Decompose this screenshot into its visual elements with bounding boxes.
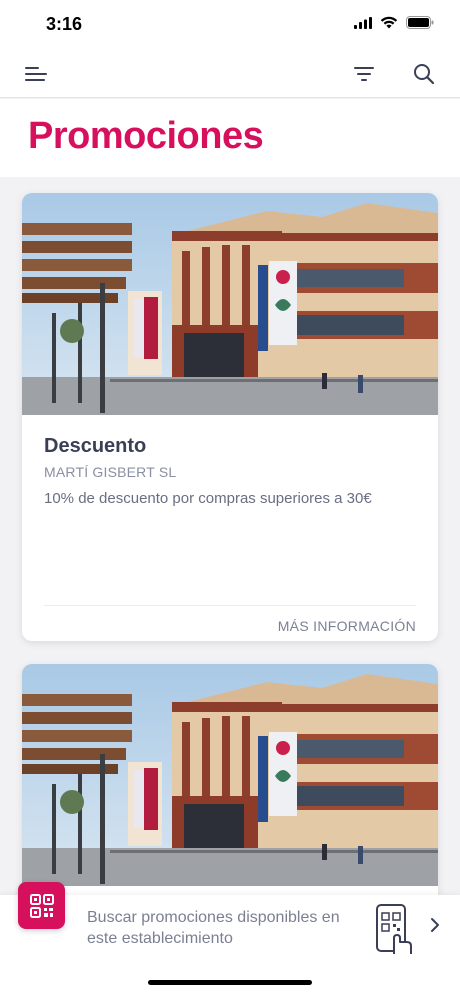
- promotion-image: [22, 664, 438, 886]
- home-area: [0, 959, 460, 996]
- battery-icon: [406, 16, 434, 29]
- promotion-title: Descuento: [44, 435, 147, 457]
- status-bar: 3:16: [0, 0, 460, 50]
- search-button[interactable]: [409, 60, 439, 88]
- promotion-card[interactable]: Descuento MARTÍ GISBERT SL 10% de descue…: [22, 193, 438, 641]
- page-title: Promociones: [28, 115, 264, 157]
- home-indicator[interactable]: [148, 980, 312, 985]
- status-time: 3:16: [46, 14, 83, 34]
- promotion-company: MARTÍ GISBERT SL: [44, 464, 177, 480]
- promotions-list[interactable]: Descuento MARTÍ GISBERT SL 10% de descue…: [0, 183, 460, 996]
- nav-bar: [0, 50, 460, 98]
- promotion-image: [22, 193, 438, 415]
- promotion-description: 10% de descuento por compras superiores …: [44, 490, 372, 507]
- more-info-link[interactable]: MÁS INFORMACIÓN: [278, 618, 416, 634]
- search-icon: [414, 64, 435, 85]
- promotion-body: Descuento MARTÍ GISBERT SL 10% de descue…: [22, 415, 438, 641]
- filter-icon: [354, 67, 374, 81]
- menu-button[interactable]: [21, 60, 51, 88]
- title-area: Promociones: [0, 99, 460, 177]
- card-divider: [44, 605, 416, 606]
- status-icons: [354, 16, 434, 29]
- signal-icon: [354, 16, 372, 29]
- qr-code-icon: [29, 893, 54, 918]
- wifi-icon: [380, 16, 398, 29]
- menu-icon: [25, 67, 47, 81]
- filter-button[interactable]: [349, 60, 379, 88]
- qr-search-banner[interactable]: Buscar promociones disponibles en este e…: [0, 882, 460, 959]
- banner-text: Buscar promociones disponibles en este e…: [87, 909, 340, 947]
- qr-scan-button[interactable]: [18, 882, 65, 929]
- phone-qr-icon: [376, 904, 412, 954]
- chevron-right-icon[interactable]: [428, 915, 442, 935]
